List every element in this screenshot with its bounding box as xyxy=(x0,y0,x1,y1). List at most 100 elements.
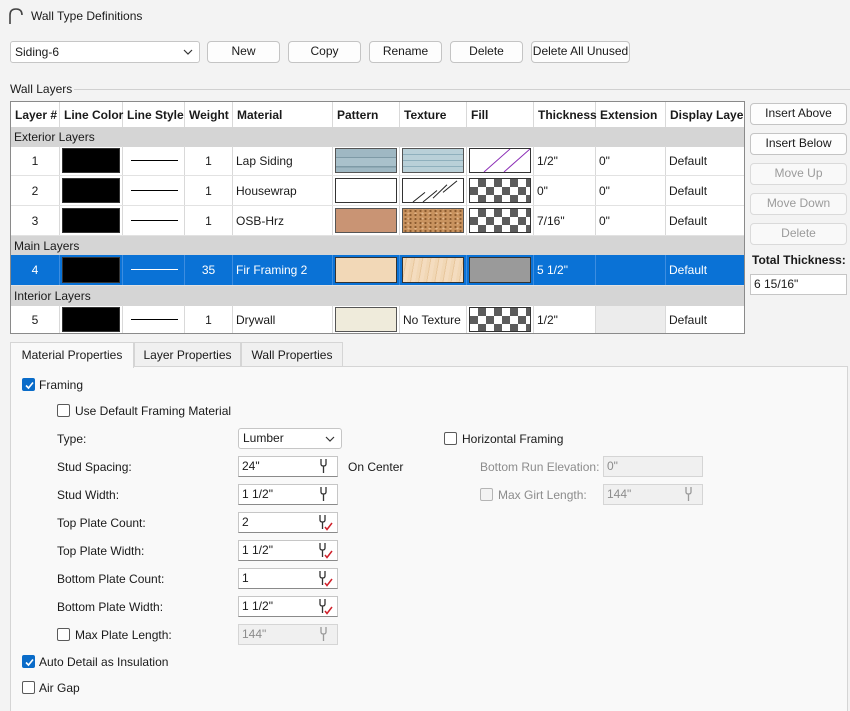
extension-cell[interactable]: 0" xyxy=(596,176,666,205)
fill-cell[interactable] xyxy=(467,305,534,333)
move-up-button[interactable]: Move Up xyxy=(750,163,847,185)
weight-cell[interactable]: 1 xyxy=(185,305,233,333)
fill-cell[interactable] xyxy=(467,255,534,285)
pattern-cell[interactable] xyxy=(333,176,400,205)
extension-cell[interactable] xyxy=(596,255,666,285)
wrench-default-icon[interactable] xyxy=(314,596,334,616)
col-line-color[interactable]: Line Color xyxy=(60,102,123,128)
col-texture[interactable]: Texture xyxy=(400,102,467,128)
copy-button[interactable]: Copy xyxy=(288,41,361,63)
pattern-cell[interactable] xyxy=(333,305,400,333)
col-material[interactable]: Material xyxy=(233,102,333,128)
extension-cell[interactable]: 0" xyxy=(596,206,666,235)
material-cell[interactable]: Housewrap xyxy=(233,176,333,205)
air-gap-label: Air Gap xyxy=(39,681,80,695)
line-color-swatch xyxy=(62,178,120,203)
total-thickness-label: Total Thickness: xyxy=(752,253,846,267)
material-cell[interactable]: Fir Framing 2 xyxy=(233,255,333,285)
col-layer[interactable]: Layer # xyxy=(11,102,60,128)
material-cell[interactable]: Lap Siding xyxy=(233,146,333,175)
line-color-cell[interactable] xyxy=(60,305,123,333)
move-down-button[interactable]: Move Down xyxy=(750,193,847,215)
air-gap-checkbox[interactable] xyxy=(22,681,35,694)
display-layer-cell[interactable]: Default xyxy=(666,206,744,235)
display-layer-cell[interactable]: Default xyxy=(666,305,744,333)
fill-cell[interactable] xyxy=(467,206,534,235)
wrench-icon[interactable] xyxy=(314,484,334,504)
thickness-cell[interactable]: 7/16" xyxy=(534,206,596,235)
line-color-cell[interactable] xyxy=(60,206,123,235)
auto-detail-insulation-checkbox[interactable] xyxy=(22,655,35,668)
line-style-cell[interactable] xyxy=(123,255,185,285)
col-extension[interactable]: Extension xyxy=(596,102,666,128)
pattern-swatch xyxy=(335,307,397,332)
max-girt-length-checkbox[interactable] xyxy=(480,488,493,501)
fill-cell[interactable] xyxy=(467,146,534,175)
thickness-cell[interactable]: 1/2" xyxy=(534,146,596,175)
extension-cell[interactable]: 0" xyxy=(596,146,666,175)
framing-checkbox[interactable] xyxy=(22,378,35,391)
wrench-default-icon[interactable] xyxy=(314,540,334,560)
use-default-framing-checkbox[interactable] xyxy=(57,404,70,417)
texture-cell[interactable] xyxy=(400,146,467,175)
rename-button[interactable]: Rename xyxy=(369,41,442,63)
pattern-cell[interactable] xyxy=(333,146,400,175)
texture-cell[interactable]: No Texture xyxy=(400,305,467,333)
col-weight[interactable]: Weight xyxy=(185,102,233,128)
new-button[interactable]: New xyxy=(207,41,280,63)
tab-layer-properties[interactable]: Layer Properties xyxy=(134,342,241,367)
weight-cell[interactable]: 1 xyxy=(185,206,233,235)
line-color-cell[interactable] xyxy=(60,255,123,285)
wrench-default-icon[interactable] xyxy=(314,512,334,532)
table-row[interactable]: 3 1 OSB-Hrz 7/16" 0" Default xyxy=(11,206,744,236)
thickness-cell[interactable]: 5 1/2" xyxy=(534,255,596,285)
table-row[interactable]: 2 1 Housewrap 0" 0" Default xyxy=(11,176,744,206)
col-thickness[interactable]: Thickness xyxy=(534,102,597,128)
wrench-icon[interactable] xyxy=(314,456,334,476)
delete-layer-button[interactable]: Delete xyxy=(750,223,847,245)
pattern-cell[interactable] xyxy=(333,206,400,235)
line-color-cell[interactable] xyxy=(60,176,123,205)
horizontal-framing-checkbox[interactable] xyxy=(444,432,457,445)
texture-cell[interactable] xyxy=(400,206,467,235)
thickness-cell[interactable]: 1/2" xyxy=(534,305,596,333)
tab-material-properties[interactable]: Material Properties xyxy=(10,342,134,368)
line-style-cell[interactable] xyxy=(123,305,185,333)
insert-above-button[interactable]: Insert Above xyxy=(750,103,847,125)
table-row-selected[interactable]: 4 35 Fir Framing 2 5 1/2" Default xyxy=(11,255,744,286)
fill-cell[interactable] xyxy=(467,176,534,205)
col-fill[interactable]: Fill xyxy=(467,102,534,128)
delete-all-unused-button[interactable]: Delete All Unused xyxy=(531,41,630,63)
display-layer-cell[interactable]: Default xyxy=(666,146,744,175)
weight-cell[interactable]: 1 xyxy=(185,146,233,175)
bottom-run-elevation-input[interactable]: 0" xyxy=(603,456,703,477)
delete-type-button[interactable]: Delete xyxy=(450,41,523,63)
texture-cell[interactable] xyxy=(400,255,467,285)
col-pattern[interactable]: Pattern xyxy=(333,102,400,128)
table-row[interactable]: 1 1 Lap Siding 1/2" 0" Default xyxy=(11,146,744,176)
wall-layers-table[interactable]: Layer # Line Color Line Style Weight Mat… xyxy=(10,101,745,334)
wall-type-select[interactable]: Siding-6 xyxy=(10,41,200,63)
material-cell[interactable]: Drywall xyxy=(233,305,333,333)
pattern-cell[interactable] xyxy=(333,255,400,285)
weight-cell[interactable]: 35 xyxy=(185,255,233,285)
line-color-cell[interactable] xyxy=(60,146,123,175)
insert-below-button[interactable]: Insert Below xyxy=(750,133,847,155)
display-layer-cell[interactable]: Default xyxy=(666,176,744,205)
wrench-default-icon[interactable] xyxy=(314,568,334,588)
col-display-layer[interactable]: Display Layer xyxy=(666,102,744,128)
col-line-style[interactable]: Line Style xyxy=(123,102,185,128)
framing-type-select[interactable]: Lumber xyxy=(238,428,342,449)
texture-cell[interactable] xyxy=(400,176,467,205)
table-row[interactable]: 5 1 Drywall No Texture 1/2" Default xyxy=(11,305,744,333)
material-cell[interactable]: OSB-Hrz xyxy=(233,206,333,235)
weight-cell[interactable]: 1 xyxy=(185,176,233,205)
line-style-cell[interactable] xyxy=(123,206,185,235)
line-style-cell[interactable] xyxy=(123,176,185,205)
line-style-cell[interactable] xyxy=(123,146,185,175)
thickness-cell[interactable]: 0" xyxy=(534,176,596,205)
tab-wall-properties[interactable]: Wall Properties xyxy=(241,342,343,367)
max-plate-length-checkbox[interactable] xyxy=(57,628,70,641)
display-layer-cell[interactable]: Default xyxy=(666,255,744,285)
layer-number: 1 xyxy=(11,146,60,175)
